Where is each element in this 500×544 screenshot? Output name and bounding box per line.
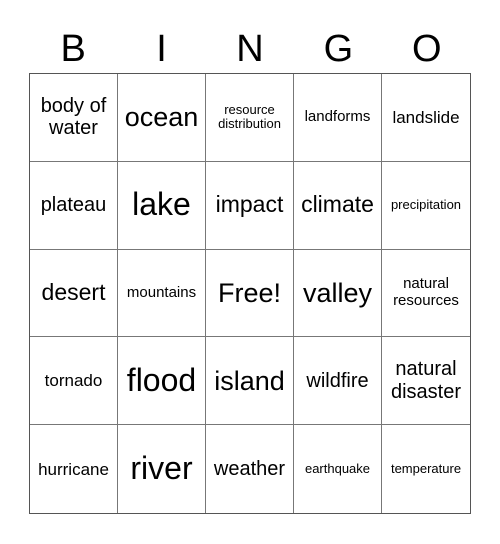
bingo-cell[interactable]: precipitation xyxy=(382,162,470,250)
bingo-cell[interactable]: plateau xyxy=(30,161,118,250)
bingo-cell[interactable]: landslide xyxy=(382,74,470,162)
bingo-cell[interactable]: island xyxy=(206,337,294,426)
bingo-cell[interactable]: river xyxy=(118,425,206,513)
bingo-cell[interactable]: temperature xyxy=(382,425,470,513)
bingo-cell[interactable]: body of water xyxy=(30,74,118,162)
bingo-cell[interactable]: ocean xyxy=(118,74,206,162)
header-letter-b: B xyxy=(60,28,86,70)
bingo-cell[interactable]: natural disaster xyxy=(382,337,470,426)
bingo-cell[interactable]: weather xyxy=(206,425,294,513)
bingo-header: B I N G O xyxy=(29,26,471,72)
bingo-cell[interactable]: climate xyxy=(294,161,382,250)
bingo-cell[interactable]: earthquake xyxy=(294,425,382,513)
bingo-cell[interactable]: impact xyxy=(206,161,294,250)
bingo-cell[interactable]: valley xyxy=(294,249,382,338)
header-letter-g: G xyxy=(323,28,354,70)
bingo-cell[interactable]: desert xyxy=(30,249,118,338)
bingo-cell[interactable]: hurricane xyxy=(30,425,118,513)
bingo-cell[interactable]: natural resources xyxy=(382,250,470,338)
bingo-cell[interactable]: wildfire xyxy=(294,337,382,426)
bingo-cell[interactable]: lake xyxy=(118,161,206,250)
bingo-cell[interactable]: tornado xyxy=(30,337,118,426)
header-letter-o: O xyxy=(411,28,442,70)
free-space[interactable]: Free! xyxy=(206,249,294,338)
bingo-cell[interactable]: flood xyxy=(118,337,206,426)
header-letter-n: N xyxy=(236,28,264,70)
bingo-cell[interactable]: mountains xyxy=(118,249,206,338)
bingo-grid: body of water ocean resource distributio… xyxy=(29,73,471,514)
bingo-cell[interactable]: resource distribution xyxy=(206,74,294,162)
bingo-cell[interactable]: landforms xyxy=(294,74,382,162)
header-letter-i: I xyxy=(156,28,167,70)
